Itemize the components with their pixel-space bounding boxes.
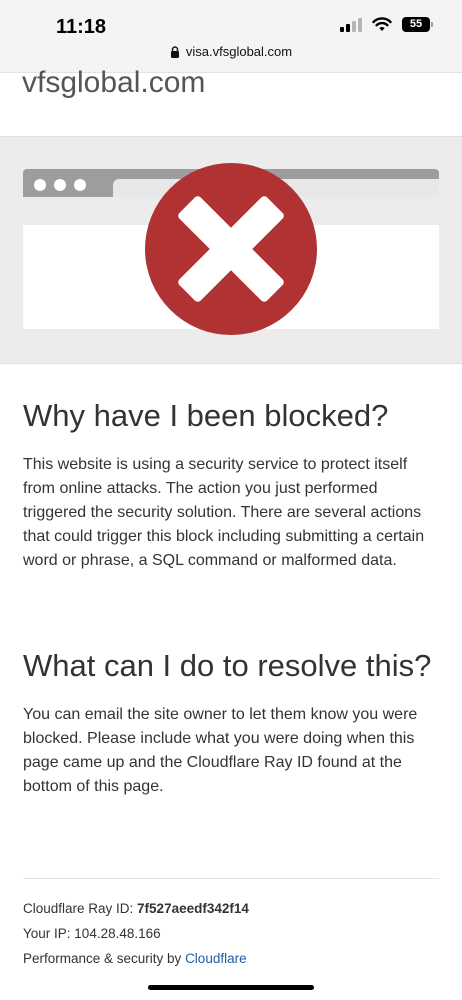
blocked-explanation: This website is using a security service…	[23, 456, 425, 569]
ip-value: 104.28.48.166	[74, 926, 161, 941]
address-bar[interactable]: visa.vfsglobal.com	[0, 44, 462, 59]
wifi-icon	[372, 17, 392, 31]
heading-why-blocked: Why have I been blocked?	[23, 398, 389, 433]
home-indicator[interactable]	[148, 985, 314, 990]
heading-resolve: What can I do to resolve this?	[23, 648, 432, 683]
status-time: 11:18	[56, 16, 107, 38]
resolve-explanation: You can email the site owner to let them…	[23, 706, 418, 795]
ray-id-line: Cloudflare Ray ID: 7f527aeedf342f14	[23, 901, 439, 926]
url-text[interactable]: visa.vfsglobal.com	[186, 44, 292, 59]
cloudflare-link[interactable]: Cloudflare	[185, 951, 247, 966]
browser-top-chrome: 11:18 55 visa.vfsglobal.com	[0, 0, 462, 73]
lock-icon	[170, 45, 179, 58]
ip-line: Your IP: 104.28.48.166	[23, 926, 439, 951]
error-x-icon	[145, 163, 317, 335]
status-icons: 55	[340, 17, 433, 32]
cellular-signal-icon	[340, 17, 362, 32]
site-title: vfsglobal.com	[22, 66, 206, 99]
ip-label: Your IP:	[23, 926, 75, 941]
error-illustration	[0, 136, 462, 364]
battery-icon: 55	[402, 17, 433, 32]
performance-label: Performance & security by	[23, 951, 186, 966]
footer: Cloudflare Ray ID: 7f527aeedf342f14 Your…	[23, 878, 439, 976]
battery-level: 55	[409, 18, 423, 30]
performance-line: Performance & security by Cloudflare	[23, 951, 439, 976]
ray-id-label: Cloudflare Ray ID:	[23, 901, 138, 916]
ray-id-value: 7f527aeedf342f14	[137, 901, 249, 916]
